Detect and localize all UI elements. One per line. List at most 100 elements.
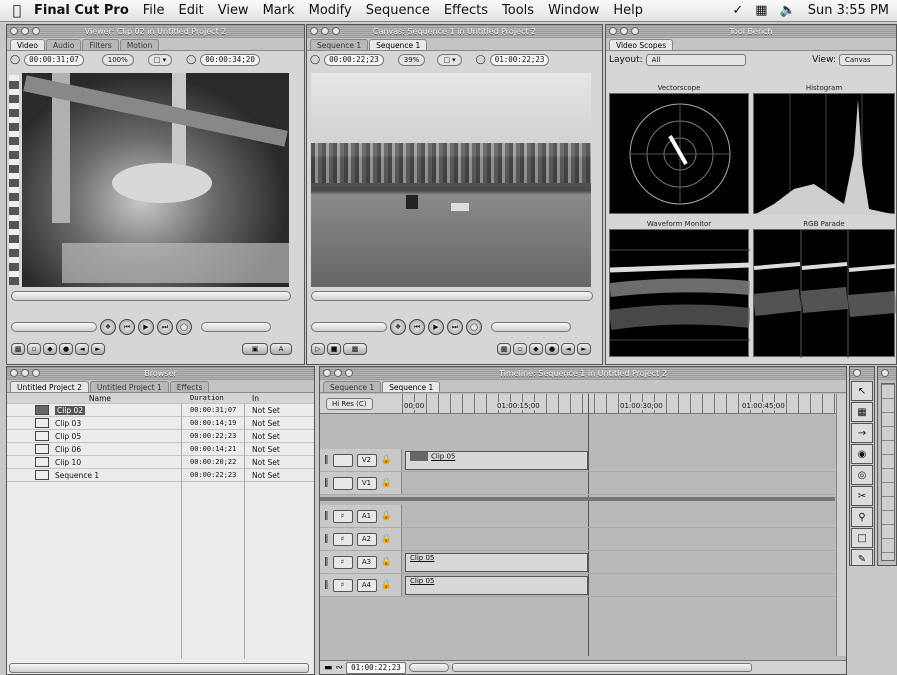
menu-edit[interactable]: Edit — [179, 3, 204, 18]
close-icon[interactable] — [881, 369, 889, 377]
track-visible-toggle[interactable] — [332, 476, 353, 490]
zoom-popup[interactable]: 100% — [101, 53, 134, 66]
tab-filters[interactable]: Filters — [82, 39, 119, 50]
table-row[interactable]: Clip 06 00:00:14;21 Not Set — [7, 443, 314, 456]
viewer-current-timecode[interactable]: 00:00:34;20 — [200, 53, 260, 66]
previous-edit-icon[interactable]: ⏮ — [409, 319, 425, 335]
track-lock-icon[interactable]: ‖ — [324, 557, 329, 567]
close-icon[interactable] — [323, 369, 331, 377]
play-icon[interactable]: ▶ — [138, 319, 154, 335]
tab-video[interactable]: Video — [10, 39, 46, 50]
menu-modify[interactable]: Modify — [309, 3, 352, 18]
zoom-slider[interactable] — [408, 663, 449, 672]
minimize-icon[interactable] — [334, 369, 342, 377]
tab-sequence-1[interactable]: Sequence 1 — [310, 39, 369, 50]
menu-mark[interactable]: Mark — [263, 3, 295, 18]
track-label[interactable]: V2 — [356, 453, 377, 467]
track-label[interactable]: V1 — [356, 476, 377, 490]
track-lock-icon[interactable]: ‖ — [324, 478, 329, 488]
replace-edit-icon[interactable]: ▩ — [343, 343, 367, 355]
close-icon[interactable] — [310, 27, 318, 35]
column-duration[interactable]: Duration — [187, 394, 249, 402]
slip-tool-icon[interactable]: ◎ — [851, 465, 873, 485]
minimize-icon[interactable] — [21, 369, 29, 377]
menu-help[interactable]: Help — [613, 3, 643, 18]
pen-tool-icon[interactable]: ✎ — [851, 549, 873, 565]
track-visible-toggle[interactable] — [332, 453, 353, 467]
menu-file[interactable]: File — [143, 3, 165, 18]
mark-out-icon[interactable]: ► — [577, 343, 591, 355]
zoom-icon[interactable] — [32, 27, 40, 35]
viewer-video-frame[interactable] — [22, 73, 289, 287]
track-label[interactable]: A1 — [356, 509, 377, 523]
shuttle-slider[interactable] — [11, 322, 97, 332]
track-label[interactable]: A2 — [356, 532, 377, 546]
viewer-duration[interactable]: 00:00:31;07 — [24, 53, 84, 66]
clock[interactable]: Sun 3:55 PM — [808, 3, 889, 18]
timeline-timecode[interactable]: 01:00:22;23 — [346, 661, 406, 674]
next-edit-icon[interactable]: ⏭ — [157, 319, 173, 335]
tab-video-scopes[interactable]: Video Scopes — [609, 39, 674, 50]
track-lock-icon[interactable]: ‖ — [324, 455, 329, 465]
generator-icon[interactable]: A — [270, 343, 292, 355]
recent-clips-icon[interactable]: ▣ — [242, 343, 268, 355]
table-row[interactable]: Clip 03 00:00:14;19 Not Set — [7, 417, 314, 430]
tab-effects[interactable]: Effects — [169, 381, 210, 392]
crop-tool-icon[interactable]: □ — [851, 528, 873, 548]
lock-icon[interactable]: 🔒 — [381, 455, 392, 465]
timeline-clip[interactable]: Clip 05 — [405, 576, 588, 595]
timeline-scrollbar[interactable] — [451, 663, 752, 672]
tab-untitled-project-1[interactable]: Untitled Project 1 — [89, 381, 169, 392]
browser-scrollbar[interactable] — [9, 663, 309, 673]
minimize-icon[interactable] — [321, 27, 329, 35]
menu-sequence[interactable]: Sequence — [366, 3, 430, 18]
volume-icon[interactable]: 🔈 — [780, 3, 796, 18]
previous-edit-icon[interactable]: ⏮ — [119, 319, 135, 335]
jog-icon[interactable]: ◯ — [310, 55, 320, 65]
column-name[interactable]: Name — [89, 394, 111, 403]
menu-effects[interactable]: Effects — [444, 3, 488, 18]
track-lock-icon[interactable]: ‖ — [324, 580, 329, 590]
shuttle-slider[interactable] — [311, 322, 387, 332]
tab-untitled-project-2[interactable]: Untitled Project 2 — [10, 381, 89, 392]
add-marker-icon[interactable]: ● — [59, 343, 73, 355]
apple-menu-icon[interactable]:  — [0, 3, 34, 19]
canvas-current-timecode[interactable]: 01:00:22;23 — [489, 53, 550, 66]
mark-in-icon[interactable]: ◄ — [75, 343, 89, 355]
lock-icon[interactable]: 🔒 — [381, 557, 392, 567]
play-around-icon[interactable]: ◯ — [176, 319, 192, 335]
roll-tool-icon[interactable]: ◉ — [851, 444, 873, 464]
jog-icon[interactable]: ◯ — [10, 55, 20, 65]
speaker-icon[interactable]: ♯ — [332, 578, 353, 592]
edit-select-tool-icon[interactable]: ▦ — [851, 402, 873, 422]
play-in-out-icon[interactable]: ❖ — [390, 319, 406, 335]
play-in-out-icon[interactable]: ❖ — [100, 319, 116, 335]
track-divider[interactable] — [320, 497, 835, 501]
track-label[interactable]: A4 — [356, 578, 377, 592]
timeline-clip[interactable]: Clip 05 — [405, 451, 588, 470]
tab-audio[interactable]: Audio — [46, 39, 82, 50]
speaker-icon[interactable]: ♯ — [332, 555, 353, 569]
jog-wheel[interactable] — [201, 322, 271, 332]
match-frame-icon[interactable]: ▩ — [11, 343, 25, 355]
insert-edit-icon[interactable]: ▷ — [311, 343, 325, 355]
keyframe-graph-icon[interactable]: ∾ — [336, 663, 344, 673]
track-height-icon[interactable]: ▬ — [324, 663, 333, 673]
viewer-scrubber[interactable] — [11, 291, 291, 301]
close-icon[interactable] — [853, 369, 861, 377]
canvas-scrubber[interactable] — [311, 291, 593, 301]
time-ruler[interactable]: 00;00 01:00:15;00 01:00:30;00 01:00:45;0… — [402, 394, 842, 414]
canvas-duration[interactable]: 00:00:22;23 — [324, 53, 384, 66]
mark-clip-icon[interactable]: ▫ — [27, 343, 41, 355]
lock-icon[interactable]: 🔒 — [381, 580, 392, 590]
tab-motion[interactable]: Motion — [119, 39, 160, 50]
view-popup[interactable]: □ ▾ — [437, 53, 462, 66]
lock-icon[interactable]: 🔒 — [381, 511, 392, 521]
tab-sequence-1-active[interactable]: Sequence 1 — [369, 39, 428, 50]
mark-in-icon[interactable]: ◄ — [561, 343, 575, 355]
match-frame-icon[interactable]: ▩ — [497, 343, 511, 355]
table-row[interactable]: Clip 02 00:00:31;07 Not Set — [7, 404, 314, 417]
minimize-icon[interactable] — [620, 27, 628, 35]
add-keyframe-icon[interactable]: ◆ — [529, 343, 543, 355]
table-row[interactable]: Clip 10 00:00:20;22 Not Set — [7, 456, 314, 469]
